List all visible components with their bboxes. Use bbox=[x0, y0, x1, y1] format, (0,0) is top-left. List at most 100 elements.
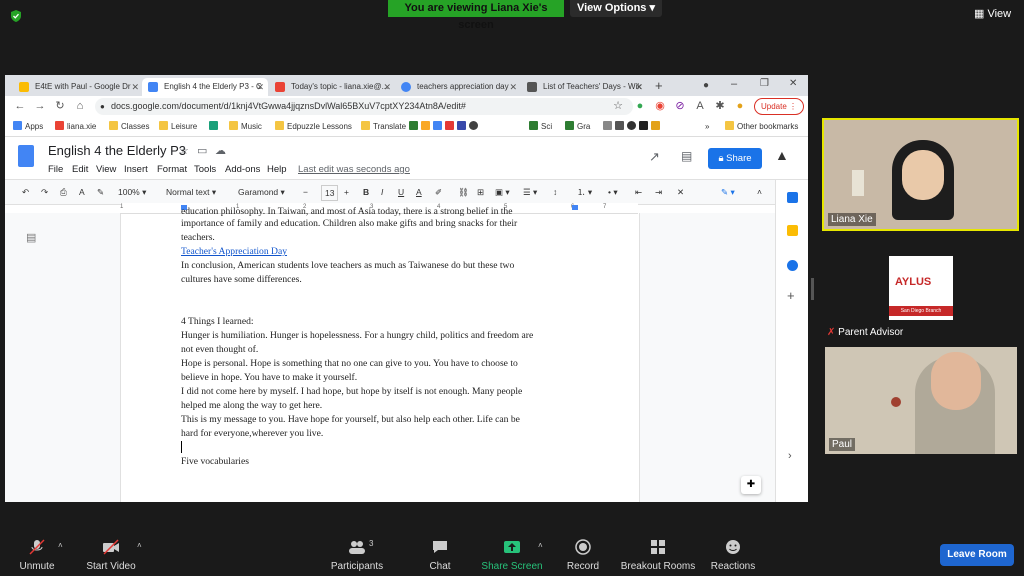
puzzle-icon[interactable]: ✱ bbox=[713, 99, 727, 113]
bookmark-other[interactable]: Other bookmarks bbox=[725, 121, 798, 133]
bold-icon[interactable]: B bbox=[363, 185, 369, 199]
keep-icon[interactable] bbox=[787, 225, 798, 236]
menu-help[interactable]: Help bbox=[267, 164, 287, 175]
menu-tools[interactable]: Tools bbox=[194, 164, 216, 175]
reload-icon[interactable]: ↻ bbox=[53, 99, 67, 113]
underline-icon[interactable]: U bbox=[398, 185, 404, 199]
style-select[interactable]: Normal text ▾ bbox=[166, 185, 216, 199]
comment-add-icon[interactable]: ⊞ bbox=[477, 185, 484, 199]
unmute-button[interactable]: Unmute bbox=[14, 539, 60, 572]
browser-tab[interactable]: List of Teachers' Days - Wik ✕ bbox=[521, 78, 647, 96]
right-margin-marker[interactable] bbox=[572, 205, 578, 210]
forward-icon[interactable]: → bbox=[33, 99, 47, 113]
back-icon[interactable]: ← bbox=[13, 99, 27, 113]
calendar-icon[interactable] bbox=[787, 192, 798, 203]
more-bookmarks[interactable]: » bbox=[705, 121, 709, 133]
italic-icon[interactable]: I bbox=[381, 185, 383, 199]
participant-video-paul[interactable]: Paul bbox=[825, 347, 1017, 454]
font-extension-icon[interactable]: A bbox=[693, 99, 707, 113]
block-extension-icon[interactable]: ⊘ bbox=[673, 99, 687, 113]
menu-insert[interactable]: Insert bbox=[124, 164, 148, 175]
align-icon[interactable]: ☰ ▾ bbox=[523, 185, 537, 199]
bookmark-ext[interactable] bbox=[603, 121, 663, 133]
home-icon[interactable]: ⌂ bbox=[73, 99, 87, 113]
trend-icon[interactable]: ↗ bbox=[649, 149, 660, 165]
comment-icon[interactable]: ▤ bbox=[681, 149, 692, 163]
minimize-icon[interactable]: – bbox=[731, 78, 737, 90]
menu-edit[interactable]: Edit bbox=[72, 164, 88, 175]
cloud-icon[interactable]: ☁ bbox=[215, 144, 226, 157]
shield-icon[interactable] bbox=[9, 9, 23, 23]
browser-tab[interactable]: teachers appreciation day ✕ bbox=[395, 78, 521, 96]
chevron-up-icon[interactable]: ˄ bbox=[538, 541, 543, 550]
bookmark-sci[interactable]: Sci bbox=[529, 121, 552, 133]
menu-file[interactable]: File bbox=[48, 164, 63, 175]
decrease-indent-icon[interactable]: ⇤ bbox=[635, 185, 642, 199]
restore-icon[interactable]: ❐ bbox=[760, 78, 769, 89]
browser-tab[interactable]: Today's topic - liana.xie@... ✕ bbox=[269, 78, 395, 96]
leave-room-button[interactable]: Leave Room bbox=[940, 544, 1014, 566]
collapse-icon[interactable]: ˄ bbox=[757, 185, 762, 199]
bookmark-edpuzzle[interactable]: Edpuzzle Lessons bbox=[275, 121, 352, 133]
increase-indent-icon[interactable]: ⇥ bbox=[655, 185, 662, 199]
increase-size-icon[interactable]: + bbox=[344, 185, 349, 199]
bookmark-apps[interactable]: Apps bbox=[13, 121, 43, 133]
close-icon[interactable]: ✕ bbox=[256, 78, 264, 96]
bookmark-ext[interactable] bbox=[209, 121, 221, 133]
last-edit-link[interactable]: Last edit was seconds ago bbox=[298, 164, 410, 175]
tasks-icon[interactable] bbox=[787, 260, 798, 271]
close-icon[interactable]: ✕ bbox=[383, 78, 391, 96]
record-button[interactable]: Record bbox=[562, 539, 604, 572]
chevron-up-icon[interactable]: ˄ bbox=[58, 541, 63, 550]
breakout-rooms-button[interactable]: Breakout Rooms bbox=[618, 539, 698, 572]
paint-format-icon[interactable]: ✎ bbox=[97, 185, 104, 199]
participant-video-liana[interactable]: Liana Xie bbox=[822, 118, 1019, 231]
add-addon-icon[interactable]: + bbox=[787, 288, 795, 303]
outline-icon[interactable]: ▤ bbox=[26, 231, 36, 244]
text-color-icon[interactable]: A bbox=[416, 185, 422, 199]
bookmark-ext[interactable] bbox=[409, 121, 481, 133]
browser-tab[interactable]: E4tE with Paul - Google Dr ✕ bbox=[13, 78, 143, 96]
redo-icon[interactable]: ↷ bbox=[41, 185, 48, 199]
numbered-list-icon[interactable]: ⒈ ▾ bbox=[577, 185, 592, 199]
close-window-icon[interactable]: ✕ bbox=[789, 78, 797, 89]
highlight-icon[interactable]: ✐ bbox=[435, 185, 442, 199]
chat-button[interactable]: Chat bbox=[420, 539, 460, 572]
star-icon[interactable]: ☆ bbox=[611, 99, 625, 113]
font-size-input[interactable]: 13 bbox=[321, 185, 339, 201]
tab-search-icon[interactable]: ● bbox=[703, 80, 709, 91]
document-title[interactable]: English 4 the Elderly P3 bbox=[48, 143, 186, 158]
undo-icon[interactable]: ↶ bbox=[22, 185, 29, 199]
spellcheck-icon[interactable]: A bbox=[79, 185, 85, 199]
teachers-day-link[interactable]: Teacher's Appreciation Day bbox=[181, 245, 561, 259]
menu-addons[interactable]: Add-ons bbox=[225, 164, 260, 175]
close-icon[interactable]: ✕ bbox=[131, 78, 139, 96]
share-button[interactable]: 🔒︎ Share bbox=[708, 148, 762, 169]
update-button[interactable]: Update ⋮ bbox=[754, 98, 804, 115]
browser-tab-active[interactable]: English 4 the Elderly P3 - C ✕ bbox=[142, 78, 268, 96]
new-tab-button[interactable]: + bbox=[655, 78, 663, 93]
menu-format[interactable]: Format bbox=[157, 164, 187, 175]
close-icon[interactable]: ✕ bbox=[509, 78, 517, 96]
extension-icon[interactable]: ● bbox=[633, 99, 647, 113]
chevron-up-icon[interactable]: ˄ bbox=[137, 541, 142, 550]
link-icon[interactable]: ⛓ bbox=[458, 185, 469, 199]
panel-resize-handle[interactable] bbox=[811, 278, 814, 300]
reactions-button[interactable]: Reactions bbox=[708, 539, 758, 572]
participant-tile-advisor[interactable]: AYLUS San Diego Branch ✗ Parent Advisor bbox=[825, 237, 1017, 342]
editing-mode-icon[interactable]: ✎ ▾ bbox=[721, 185, 735, 199]
bookmark-translate[interactable]: Translate bbox=[361, 121, 406, 133]
url-input[interactable]: ● docs.google.com/document/d/1knj4VtGwwa4… bbox=[95, 98, 633, 115]
avatar[interactable]: ▲ bbox=[775, 147, 789, 163]
explore-icon[interactable]: ✚ bbox=[741, 476, 761, 494]
decrease-size-icon[interactable]: − bbox=[303, 185, 308, 199]
record-extension-icon[interactable]: ◉ bbox=[653, 99, 667, 113]
expand-panel-icon[interactable]: › bbox=[788, 450, 792, 462]
start-video-button[interactable]: Start Video bbox=[82, 539, 140, 572]
move-folder-icon[interactable]: ▭ bbox=[197, 144, 207, 157]
docs-logo-icon[interactable] bbox=[18, 145, 34, 167]
image-icon[interactable]: ▣ ▾ bbox=[495, 185, 510, 199]
bookmark-gra[interactable]: Gra bbox=[565, 121, 590, 133]
close-icon[interactable]: ✕ bbox=[635, 78, 643, 96]
menu-view[interactable]: View bbox=[96, 164, 116, 175]
